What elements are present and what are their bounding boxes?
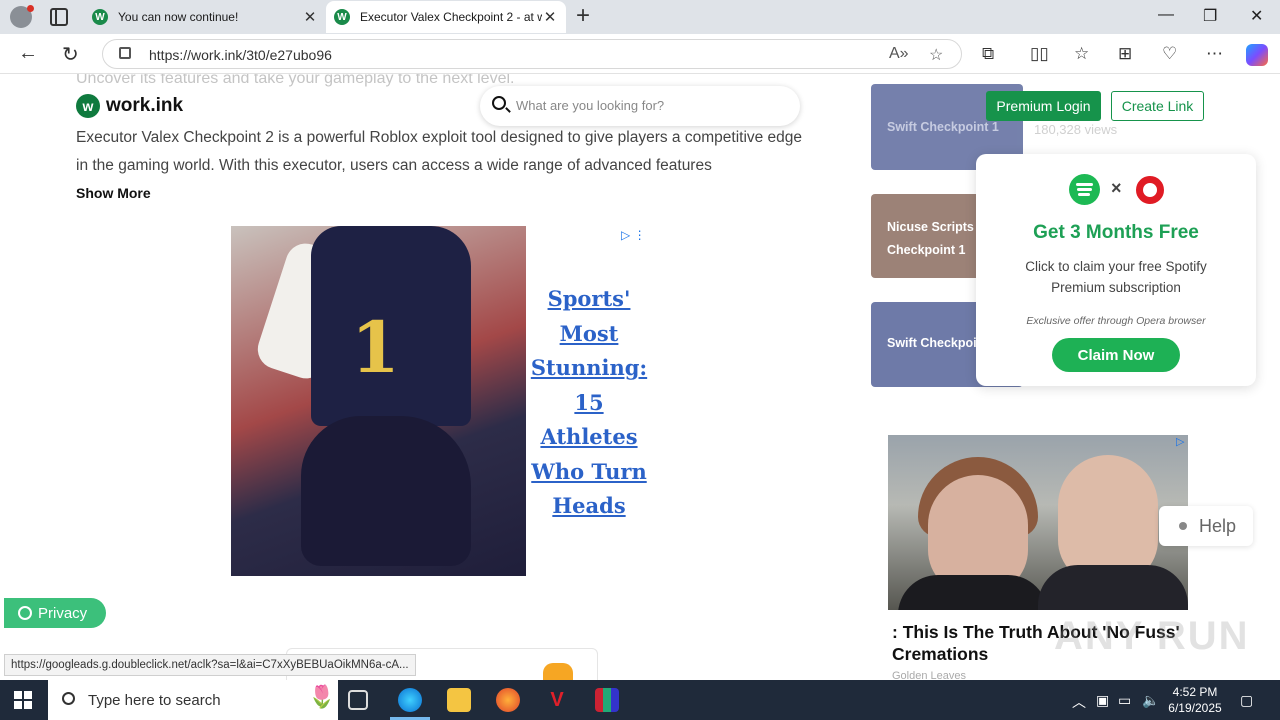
tray-chevron-icon[interactable]: ︿ bbox=[1072, 692, 1086, 712]
url-text[interactable]: https://work.ink/3t0/e27ubo96 bbox=[149, 47, 332, 63]
views-count: 180,328 views bbox=[1034, 122, 1118, 137]
favorites-icon[interactable]: ☆ bbox=[1074, 44, 1089, 64]
minimize-icon[interactable]: — bbox=[1158, 6, 1174, 24]
read-aloud-icon[interactable]: A» bbox=[889, 45, 909, 63]
jersey-number: 1 bbox=[351, 306, 400, 389]
promo-note: Exclusive offer through Opera browser bbox=[1026, 315, 1206, 327]
create-link-button[interactable]: Create Link bbox=[1111, 91, 1204, 121]
site-logo[interactable]: w work.ink bbox=[76, 94, 183, 118]
windows-taskbar: Type here to search 🌷 V ︿ ▣ ▭ 🔈 4:52 PM … bbox=[0, 680, 1280, 720]
privacy-label: Privacy bbox=[38, 604, 88, 622]
notifications-icon[interactable]: ▢ bbox=[1240, 692, 1253, 709]
ad-headline[interactable]: Sports' Most Stunning: 15 Athletes Who T… bbox=[527, 282, 651, 524]
tray-device-icon[interactable]: ▣ bbox=[1096, 692, 1109, 709]
close-window-icon[interactable]: ✕ bbox=[1250, 6, 1263, 26]
tab-actions-icon[interactable] bbox=[50, 8, 68, 26]
athlete-photo[interactable]: 1 bbox=[231, 226, 526, 576]
help-dot-icon bbox=[1179, 522, 1187, 530]
more-menu-icon[interactable]: ⋯ bbox=[1206, 44, 1223, 64]
tulips-icon: 🌷 bbox=[308, 684, 336, 709]
faded-text: Uncover its features and take your gamep… bbox=[76, 74, 515, 87]
adchoices-icon[interactable]: ▷ ⋮ bbox=[621, 228, 646, 242]
promo-subtitle: Click to claim your free Spotify Premium… bbox=[1025, 259, 1207, 295]
spotify-promo-popup[interactable]: × Get 3 Months Free Click to claim your … bbox=[976, 154, 1256, 386]
gear-icon bbox=[18, 606, 32, 620]
new-tab-icon[interactable]: + bbox=[576, 4, 590, 28]
anyrun-watermark: ANY RUN bbox=[1054, 614, 1250, 658]
taskbar-search-input[interactable]: Type here to search 🌷 bbox=[48, 680, 338, 720]
lock-icon[interactable] bbox=[119, 47, 131, 59]
logo-text: work.ink bbox=[106, 95, 184, 116]
times-symbol: × bbox=[1111, 178, 1122, 198]
collections-icon[interactable]: ⊞ bbox=[1118, 44, 1132, 64]
sports-ad[interactable]: 1 ▷ ⋮ Sports' Most Stunning: 15 Athletes… bbox=[231, 226, 651, 576]
search-placeholder: What are you looking for? bbox=[516, 98, 665, 113]
page-content: Uncover its features and take your gamep… bbox=[4, 74, 1276, 680]
address-bar[interactable]: https://work.ink/3t0/e27ubo96 A» ☆ bbox=[102, 39, 962, 69]
show-more-link[interactable]: Show More bbox=[76, 185, 151, 201]
adchoices-icon[interactable]: ▷ bbox=[1176, 435, 1184, 448]
network-icon[interactable]: ▭ bbox=[1118, 692, 1131, 709]
opera-icon bbox=[1136, 176, 1164, 204]
search-icon bbox=[492, 96, 506, 110]
clock-date: 6/19/2025 bbox=[1168, 701, 1222, 715]
spotify-icon bbox=[1069, 174, 1100, 205]
worklink-favicon-icon: W bbox=[92, 9, 108, 25]
back-icon[interactable]: ← bbox=[18, 42, 38, 65]
search-icon bbox=[62, 692, 75, 705]
tab-executor-valex[interactable]: W Executor Valex Checkpoint 2 - at w ✕ bbox=[326, 1, 566, 33]
refresh-icon[interactable]: ↻ bbox=[62, 42, 79, 67]
restore-icon[interactable]: ❐ bbox=[1203, 6, 1217, 26]
worklink-favicon-icon: W bbox=[334, 9, 350, 25]
tab-title: You can now continue! bbox=[118, 10, 239, 24]
help-button[interactable]: Help bbox=[1159, 506, 1253, 546]
copilot-icon[interactable] bbox=[1246, 44, 1268, 66]
edge-icon[interactable] bbox=[398, 688, 422, 712]
file-explorer-icon[interactable] bbox=[447, 688, 471, 712]
status-url: https://googleads.g.doubleclick.net/aclk… bbox=[4, 654, 416, 676]
help-label: Help bbox=[1199, 515, 1237, 536]
tab-bar: W You can now continue! ✕ W Executor Val… bbox=[0, 0, 1280, 34]
winrar-icon[interactable] bbox=[595, 688, 619, 712]
profile-icon[interactable] bbox=[10, 5, 34, 28]
browser-toolbar: ← ↻ https://work.ink/3t0/e27ubo96 A» ☆ ⧉… bbox=[0, 34, 1280, 74]
close-tab-icon[interactable]: ✕ bbox=[542, 8, 558, 26]
firefox-icon[interactable] bbox=[496, 688, 520, 712]
couple-photo[interactable] bbox=[888, 435, 1188, 610]
site-search-input[interactable]: What are you looking for? bbox=[480, 86, 800, 126]
logo-mark-icon: w bbox=[76, 94, 100, 118]
taskbar-search-placeholder: Type here to search bbox=[88, 692, 221, 709]
ad-brand: Golden Leaves bbox=[892, 670, 966, 680]
volume-icon[interactable]: 🔈 bbox=[1142, 692, 1159, 709]
windows-start-icon[interactable] bbox=[14, 691, 32, 709]
close-tab-icon[interactable]: ✕ bbox=[302, 8, 318, 26]
card-title: Swift Checkpoint 1 bbox=[887, 120, 999, 134]
browser-essentials-icon[interactable]: ♡ bbox=[1162, 44, 1177, 64]
promo-title: Get 3 Months Free bbox=[1033, 222, 1199, 243]
app-v-icon[interactable]: V bbox=[545, 688, 569, 712]
tab-title: Executor Valex Checkpoint 2 - at w bbox=[360, 10, 542, 24]
extensions-icon[interactable]: ⧉ bbox=[982, 44, 994, 64]
privacy-button[interactable]: Privacy bbox=[4, 598, 106, 628]
system-clock[interactable]: 4:52 PM 6/19/2025 bbox=[1160, 684, 1230, 716]
tab-you-can-now-continue[interactable]: W You can now continue! ✕ bbox=[84, 1, 326, 33]
description-text: Executor Valex Checkpoint 2 is a powerfu… bbox=[76, 129, 803, 174]
premium-login-button[interactable]: Premium Login bbox=[986, 91, 1101, 121]
clock-time: 4:52 PM bbox=[1172, 685, 1218, 699]
task-view-icon[interactable] bbox=[348, 690, 368, 710]
favorite-star-icon[interactable]: ☆ bbox=[929, 45, 943, 65]
split-screen-icon[interactable]: ▯▯ bbox=[1030, 44, 1049, 64]
claim-now-button[interactable]: Claim Now bbox=[1052, 338, 1180, 372]
